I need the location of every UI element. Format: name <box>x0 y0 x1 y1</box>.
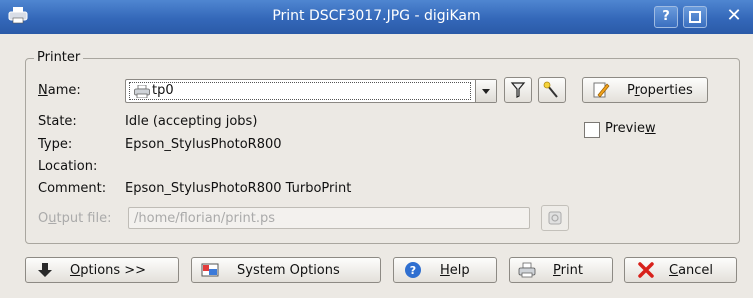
document-edit-icon <box>593 82 610 98</box>
system-options-button[interactable]: System Options <box>191 257 381 283</box>
properties-label: Properties <box>627 82 693 98</box>
filter-icon <box>510 82 526 98</box>
preview-label[interactable]: Preview <box>605 121 656 136</box>
chevron-down-icon[interactable] <box>475 80 496 102</box>
print-label: Print <box>553 262 583 278</box>
window-title: Print DSCF3017.JPG - digiKam <box>272 8 481 24</box>
maximize-icon <box>689 11 701 23</box>
maximize-button[interactable] <box>683 6 707 28</box>
combo-focus-rect: tp0 <box>129 82 471 100</box>
wizard-button[interactable] <box>538 77 566 103</box>
help-icon: ? <box>405 262 421 278</box>
output-file-value: /home/florian/print.ps <box>134 211 276 226</box>
comment-value: Epson_StylusPhotoR800 TurboPrint <box>125 181 352 196</box>
browse-file-button[interactable] <box>541 205 569 231</box>
help-title-button[interactable]: ? <box>654 6 678 28</box>
printer-name-combo[interactable]: tp0 <box>125 79 497 103</box>
filter-button[interactable] <box>504 77 532 103</box>
help-label: Help <box>440 262 470 278</box>
output-file-label: Output file: <box>38 211 112 226</box>
print-button[interactable]: Print <box>509 257 613 283</box>
printer-icon <box>134 85 150 98</box>
output-file-input[interactable]: /home/florian/print.ps <box>128 207 530 229</box>
close-icon: ✕ <box>726 5 742 26</box>
printer-name-value: tp0 <box>152 83 174 98</box>
help-button[interactable]: ? Help <box>393 257 497 283</box>
svg-text:?: ? <box>410 264 416 277</box>
arrow-down-icon <box>38 263 52 277</box>
options-label: Options >> <box>70 262 147 278</box>
system-settings-icon <box>201 263 219 277</box>
cancel-button[interactable]: Cancel <box>624 257 737 283</box>
folder-open-icon <box>548 211 562 225</box>
name-label: Name: <box>38 83 81 98</box>
cancel-label: Cancel <box>669 262 714 278</box>
state-label: State: <box>38 114 77 129</box>
magic-wand-icon <box>543 81 558 98</box>
printer-icon <box>518 262 536 278</box>
printer-group-title: Printer <box>34 50 84 65</box>
location-label: Location: <box>38 159 98 174</box>
title-bar[interactable]: Print DSCF3017.JPG - digiKam ? ✕ <box>0 0 753 34</box>
system-options-label: System Options <box>237 262 340 278</box>
type-label: Type: <box>38 137 73 152</box>
state-value: Idle (accepting jobs) <box>125 114 258 129</box>
question-icon: ? <box>662 9 670 24</box>
options-button[interactable]: Options >> <box>25 257 179 283</box>
close-button[interactable]: ✕ <box>723 6 745 26</box>
preview-checkbox[interactable] <box>584 122 600 138</box>
cancel-icon <box>638 262 654 278</box>
properties-button[interactable]: Properties <box>582 77 708 103</box>
comment-label: Comment: <box>38 181 107 196</box>
type-value: Epson_StylusPhotoR800 <box>125 137 282 152</box>
